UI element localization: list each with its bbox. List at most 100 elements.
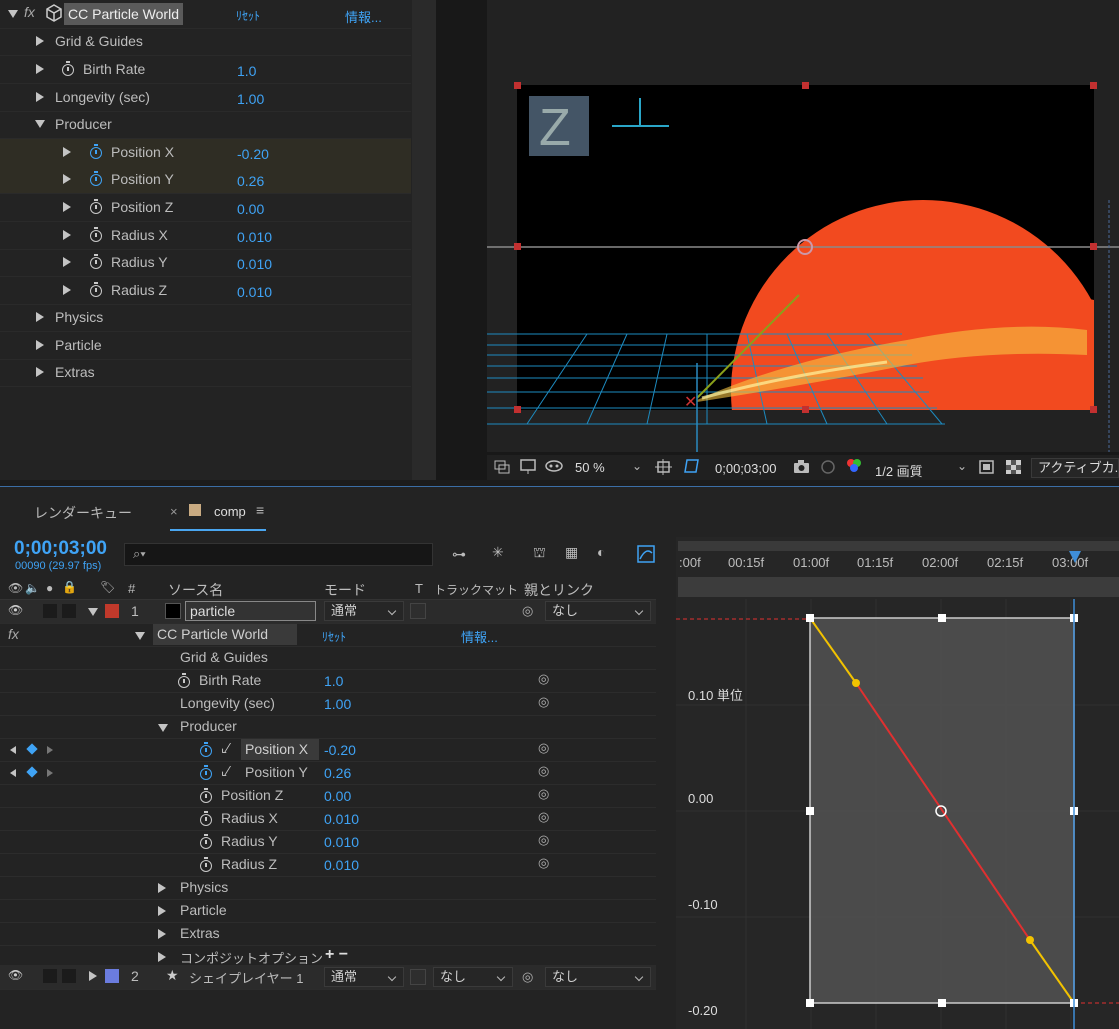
fast-preview-icon[interactable] — [978, 459, 996, 475]
close-icon[interactable]: × — [170, 504, 178, 519]
collapse-icon[interactable] — [35, 120, 45, 128]
work-area-bar[interactable] — [678, 541, 1119, 551]
expand-icon[interactable] — [36, 36, 44, 46]
expand-icon[interactable] — [36, 64, 44, 74]
track-matte-dropdown[interactable]: なし — [433, 967, 513, 987]
stopwatch-icon[interactable] — [178, 673, 190, 688]
pickwhip-icon[interactable]: ◎ — [522, 969, 533, 985]
region-of-interest-icon[interactable] — [683, 458, 701, 474]
layer-row-2[interactable]: 👁 2 ★ シェイプレイヤー 1 通常 なし ◎ なし — [0, 965, 656, 990]
prop-value[interactable]: -0.20 — [324, 742, 356, 758]
stopwatch-icon[interactable] — [200, 742, 212, 757]
expand-icon[interactable] — [158, 952, 166, 962]
stopwatch-icon[interactable] — [200, 857, 212, 872]
prop-value[interactable]: 1.0 — [237, 63, 256, 79]
zoom-bar[interactable] — [678, 577, 1119, 597]
reset-link[interactable]: ﾘｾｯﾄ — [236, 7, 260, 24]
stopwatch-icon[interactable] — [200, 765, 212, 780]
show-snapshot-icon[interactable] — [819, 459, 837, 475]
expand-icon[interactable] — [158, 883, 166, 893]
effect-name[interactable]: CC Particle World — [64, 3, 183, 25]
snapshot-icon[interactable] — [793, 459, 811, 475]
graph-toggle-icon[interactable]: ⌞⁄ — [221, 763, 229, 779]
tab-menu-icon[interactable]: ≡ — [256, 502, 264, 518]
prop-value[interactable]: 1.00 — [237, 91, 264, 107]
layer-label-color[interactable] — [105, 969, 119, 983]
resolution-dropdown[interactable]: 1/2 画質 — [875, 461, 923, 480]
chevron-down-icon[interactable]: ⌄ — [957, 459, 967, 473]
pickwhip-icon[interactable]: ◎ — [538, 809, 549, 825]
stopwatch-icon[interactable] — [90, 282, 102, 297]
expand-icon[interactable] — [63, 230, 71, 240]
prop-value[interactable]: 1.0 — [324, 673, 343, 689]
keyframe-toggle-icon[interactable] — [26, 766, 38, 778]
preserve-transparency-toggle[interactable] — [410, 603, 426, 619]
add-remove-mask-buttons[interactable]: + − — [325, 946, 348, 964]
stopwatch-icon[interactable] — [90, 144, 102, 159]
current-time[interactable]: 0;00;03;00 — [14, 538, 107, 560]
chevron-down-icon[interactable]: ⌄ — [632, 459, 642, 473]
reset-link[interactable]: ﾘｾｯﾄ — [322, 628, 346, 645]
pickwhip-icon[interactable]: ◎ — [538, 671, 549, 687]
pickwhip-icon[interactable]: ◎ — [522, 603, 533, 619]
color-channel-icon[interactable] — [845, 457, 863, 473]
layer-row-1[interactable]: 👁 1 particle 通常 ◎ なし — [0, 600, 656, 624]
next-keyframe-icon[interactable] — [47, 746, 53, 754]
stopwatch-icon[interactable] — [90, 199, 102, 214]
expand-icon[interactable] — [36, 367, 44, 377]
comp-mini-flowchart-icon[interactable]: ⊶ — [452, 546, 466, 563]
lock-switch[interactable] — [62, 969, 76, 983]
collapse-icon[interactable] — [135, 632, 145, 640]
prop-value[interactable]: 0.010 — [237, 229, 272, 245]
camera-dropdown[interactable]: アクティブカ... — [1031, 458, 1119, 478]
stopwatch-icon[interactable] — [90, 227, 102, 242]
prop-value[interactable]: 0.010 — [324, 857, 359, 873]
lock-switch[interactable] — [62, 604, 76, 618]
expand-icon[interactable] — [36, 312, 44, 322]
tab-render-queue[interactable]: レンダーキュー — [34, 503, 132, 523]
pickwhip-icon[interactable]: ◎ — [538, 763, 549, 779]
expand-icon[interactable] — [63, 257, 71, 267]
layer-search-input[interactable]: ⌕▾ — [124, 543, 433, 566]
parent-dropdown[interactable]: なし — [545, 967, 651, 987]
graph-editor-icon[interactable] — [637, 545, 655, 563]
motion-blur-icon[interactable]: ◐ — [597, 544, 605, 560]
layer-name-field[interactable]: particle — [185, 601, 316, 621]
effect-collapse-icon[interactable] — [8, 10, 18, 18]
visibility-eye-icon[interactable]: 👁 — [8, 968, 23, 982]
always-preview-icon[interactable] — [494, 459, 512, 475]
expand-icon[interactable] — [36, 92, 44, 102]
layer-collapse-icon[interactable] — [88, 608, 98, 616]
fx-toggle[interactable]: fx — [24, 4, 35, 20]
prev-keyframe-icon[interactable] — [10, 769, 16, 777]
monitor-icon[interactable] — [520, 459, 538, 475]
next-keyframe-icon[interactable] — [47, 769, 53, 777]
blend-mode-dropdown[interactable]: 通常 — [324, 601, 404, 621]
prop-value[interactable]: 0.00 — [237, 201, 264, 217]
viewer-canvas[interactable]: ✕ Z — [487, 0, 1119, 452]
viewer-timecode[interactable]: 0;00;03;00 — [715, 461, 776, 476]
graph-editor[interactable]: :00f 00:15f 01:00f 01:15f 02:00f 02:15f … — [676, 537, 1119, 1029]
prop-value[interactable]: 0.26 — [237, 173, 264, 189]
stopwatch-icon[interactable] — [62, 61, 74, 76]
pickwhip-icon[interactable]: ◎ — [538, 786, 549, 802]
shy-layers-icon[interactable]: ⛫ — [533, 544, 546, 563]
expand-icon[interactable] — [158, 929, 166, 939]
expand-icon[interactable] — [63, 285, 71, 295]
draft-3d-icon[interactable]: ✳ — [492, 544, 504, 561]
about-link[interactable]: 情報... — [461, 627, 498, 646]
mask-visibility-icon[interactable] — [545, 459, 563, 475]
parent-dropdown[interactable]: なし — [545, 601, 651, 621]
fx-toggle[interactable]: fx — [8, 626, 19, 642]
frame-blending-icon[interactable]: ▦ — [565, 544, 578, 561]
prop-value[interactable]: -0.20 — [237, 146, 269, 162]
prop-value[interactable]: 0.010 — [324, 811, 359, 827]
collapse-icon[interactable] — [158, 724, 168, 732]
stopwatch-icon[interactable] — [90, 254, 102, 269]
expand-icon[interactable] — [63, 174, 71, 184]
graph-toggle-icon[interactable]: ⌞⁄ — [221, 740, 229, 756]
prop-value[interactable]: 0.010 — [237, 256, 272, 272]
col-source[interactable]: ソース名 — [168, 580, 223, 600]
layer-label-color[interactable] — [105, 604, 119, 618]
stopwatch-icon[interactable] — [200, 811, 212, 826]
